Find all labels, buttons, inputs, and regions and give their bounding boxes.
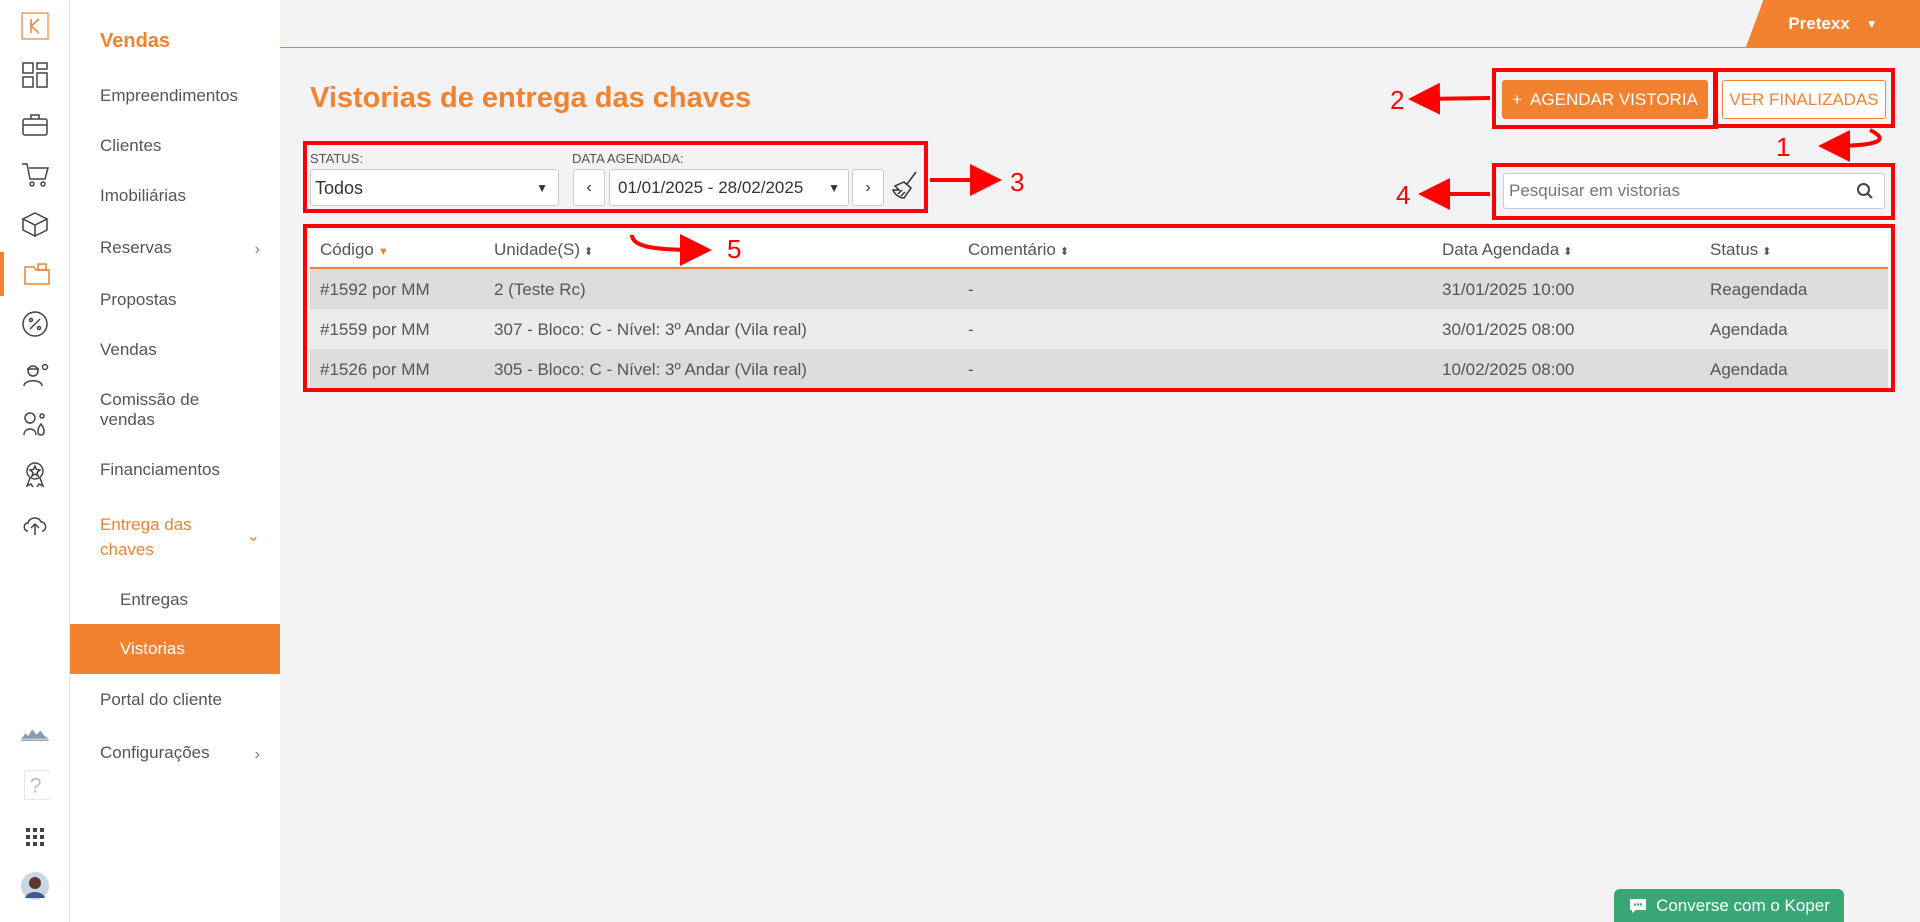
- sidebar-item-portal[interactable]: Portal do cliente: [100, 690, 280, 710]
- caret-down-icon: ▼: [1865, 16, 1878, 31]
- sidebar-item-label: Comissão de: [100, 390, 200, 409]
- annotation-number-5: 5: [727, 234, 742, 264]
- sidebar-item-financiamentos[interactable]: Financiamentos: [100, 460, 280, 480]
- sidebar-item-vistorias[interactable]: Vistorias: [70, 624, 280, 674]
- avatar[interactable]: [0, 864, 70, 908]
- worker-icon[interactable]: [0, 352, 70, 396]
- chevron-down-icon: ⌄: [246, 528, 260, 545]
- sidebar-item-label-2: vendas: [100, 410, 155, 429]
- company-logo-icon: [0, 712, 70, 756]
- sidebar-title: Vendas: [100, 30, 171, 52]
- user-name: Pretexx: [1788, 13, 1850, 33]
- sidebar-item-label: Reservas: [100, 238, 172, 257]
- user-menu[interactable]: Pretexx ▼: [1746, 0, 1920, 47]
- apps-grid-icon[interactable]: [0, 815, 70, 859]
- chat-icon: [1630, 898, 1647, 913]
- chevron-right-icon: ›: [254, 241, 260, 258]
- annotation-number-3: 3: [1010, 167, 1025, 197]
- top-bar: Pretexx ▼: [280, 0, 1920, 48]
- annotation-box-2: [1492, 68, 1718, 129]
- page-title: Vistorias de entrega das chaves: [310, 82, 752, 114]
- briefcase-icon[interactable]: [0, 103, 70, 147]
- sidebar-item-clientes[interactable]: Clientes: [100, 136, 280, 156]
- svg-text:?: ?: [30, 775, 42, 798]
- annotation-box-4: [1492, 163, 1895, 220]
- sidebar-item-comissao[interactable]: Comissão de vendas: [100, 390, 280, 430]
- box-icon[interactable]: [0, 202, 70, 246]
- percent-icon[interactable]: [0, 302, 70, 346]
- chevron-right-icon: ›: [254, 746, 260, 763]
- sidebar-item-reservas[interactable]: Reservas ›: [100, 238, 280, 258]
- annotation-number-2: 2: [1390, 85, 1405, 115]
- chat-button[interactable]: Converse com o Koper: [1614, 889, 1844, 922]
- fire-safety-icon[interactable]: [0, 402, 70, 446]
- folder-icon[interactable]: [0, 252, 70, 296]
- sidebar-item-propostas[interactable]: Propostas: [100, 290, 280, 310]
- logo-icon[interactable]: [0, 4, 70, 48]
- annotation-box-1: [1713, 68, 1895, 128]
- sidebar-item-empreendimentos[interactable]: Empreendimentos: [100, 86, 280, 106]
- help-icon[interactable]: ?: [0, 763, 70, 807]
- sidebar: Vendas Empreendimentos Clientes Imobiliá…: [70, 0, 280, 922]
- annotation-number-4: 4: [1396, 180, 1411, 210]
- icon-rail: ?: [0, 0, 70, 922]
- sidebar-item-configuracoes[interactable]: Configurações ›: [100, 743, 280, 763]
- sidebar-item-entregas[interactable]: Entregas: [120, 590, 280, 610]
- cloud-upload-icon[interactable]: [0, 502, 70, 546]
- sidebar-item-label: Configurações: [100, 743, 210, 762]
- sidebar-item-entrega-chaves[interactable]: Entrega das chaves ⌄: [100, 512, 280, 562]
- chat-label: Converse com o Koper: [1656, 895, 1830, 915]
- sidebar-item-label: Vistorias: [120, 639, 185, 658]
- annotation-number-1: 1: [1776, 132, 1791, 162]
- annotation-box-5: [303, 224, 1895, 392]
- sidebar-item-imobiliarias[interactable]: Imobiliárias: [100, 186, 280, 206]
- sidebar-item-vendas[interactable]: Vendas: [100, 340, 280, 360]
- dashboard-icon[interactable]: [0, 53, 70, 97]
- award-icon[interactable]: [0, 452, 70, 496]
- annotation-box-3: [303, 141, 928, 213]
- cart-icon[interactable]: [0, 152, 70, 196]
- annotation-arrows: [630, 82, 1882, 266]
